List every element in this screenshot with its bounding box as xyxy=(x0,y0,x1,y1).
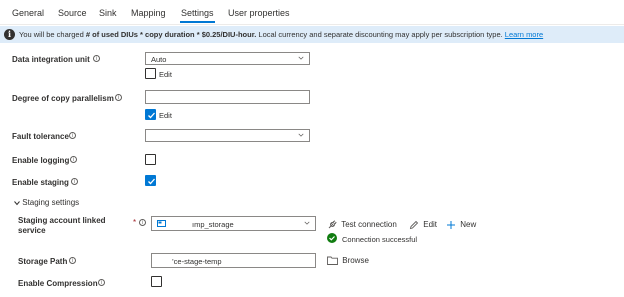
storage-path-value: ’ce-stage-temp xyxy=(172,257,222,266)
tab-source[interactable]: Source xyxy=(58,8,87,18)
tab-settings[interactable]: Settings xyxy=(181,8,214,18)
parallelism-edit-label: Edit xyxy=(159,111,172,120)
tab-bar: General Source Sink Mapping Settings Use… xyxy=(0,0,624,25)
checkmark-icon xyxy=(148,178,155,185)
storage-icon xyxy=(157,220,166,227)
info-icon[interactable]: i xyxy=(69,257,76,264)
staging-settings-toggle[interactable]: Staging settings xyxy=(14,198,79,207)
info-icon[interactable]: i xyxy=(71,178,78,185)
pricing-info-banner: i You will be charged # of used DIUs * c… xyxy=(0,26,624,43)
diu-edit-label: Edit xyxy=(159,70,172,79)
banner-text: You will be charged # of used DIUs * cop… xyxy=(19,30,543,39)
chevron-down-icon xyxy=(298,56,304,60)
storage-path-label: Storage Path xyxy=(18,257,68,266)
pencil-icon xyxy=(409,220,419,230)
fault-tolerance-label: Fault tolerance xyxy=(12,132,69,141)
diu-edit-checkbox[interactable] xyxy=(145,68,156,79)
success-check-icon xyxy=(327,233,337,243)
new-linked-service-label: New xyxy=(460,220,477,230)
tab-general[interactable]: General xyxy=(12,8,44,18)
parallelism-edit-checkbox[interactable] xyxy=(145,109,156,120)
browse-button[interactable]: Browse xyxy=(327,256,369,266)
test-connection-label: Test connection xyxy=(341,220,397,230)
linked-service-label-line1: Staging account linked xyxy=(18,216,106,225)
chevron-down-icon xyxy=(14,201,20,206)
tab-sink[interactable]: Sink xyxy=(99,8,117,18)
required-marker: * xyxy=(133,218,137,227)
active-tab-indicator xyxy=(180,21,215,23)
diu-value: Auto xyxy=(151,55,167,64)
banner-bold: # of used DIUs * copy duration * $0.25/D… xyxy=(85,30,257,39)
learn-more-link[interactable]: Learn more xyxy=(505,30,543,39)
enable-staging-label: Enable staging xyxy=(12,178,69,187)
fault-tolerance-dropdown[interactable] xyxy=(145,129,310,142)
test-connection-button[interactable]: Test connection xyxy=(327,220,397,230)
tab-mapping[interactable]: Mapping xyxy=(131,8,166,18)
banner-suffix: Local currency and separate discounting … xyxy=(256,30,503,39)
banner-prefix: You will be charged xyxy=(19,30,86,39)
chevron-down-icon xyxy=(304,221,310,225)
plus-icon xyxy=(447,221,455,229)
parallelism-input[interactable] xyxy=(145,90,310,104)
linked-service-label-line2: service xyxy=(18,226,46,235)
enable-logging-checkbox[interactable] xyxy=(145,154,156,165)
enable-logging-label: Enable logging xyxy=(12,156,70,165)
diu-dropdown[interactable]: Auto xyxy=(145,52,310,65)
tab-user-properties[interactable]: User properties xyxy=(228,8,290,18)
new-linked-service-button[interactable]: New xyxy=(446,220,476,230)
linked-service-dropdown[interactable]: ımp_storage xyxy=(151,216,316,231)
edit-linked-service-button[interactable]: Edit xyxy=(409,220,437,230)
info-icon[interactable]: i xyxy=(69,132,76,139)
info-icon[interactable]: i xyxy=(98,279,105,286)
storage-path-input[interactable]: ’ce-stage-temp xyxy=(151,253,316,268)
linked-service-value: ımp_storage xyxy=(192,220,234,229)
chevron-down-icon xyxy=(298,133,304,137)
info-icon[interactable]: i xyxy=(115,94,122,101)
info-icon[interactable]: i xyxy=(139,219,146,226)
test-connection-icon xyxy=(328,220,337,229)
connection-status: Connection successful xyxy=(342,235,418,244)
enable-compression-label: Enable Compression xyxy=(18,279,98,288)
folder-icon xyxy=(327,256,338,266)
diu-label: Data integration unit xyxy=(12,55,90,64)
enable-staging-checkbox[interactable] xyxy=(145,175,156,186)
edit-linked-service-label: Edit xyxy=(423,220,438,230)
browse-label: Browse xyxy=(342,256,369,265)
staging-settings-label: Staging settings xyxy=(22,198,80,207)
info-icon[interactable]: i xyxy=(93,55,100,62)
info-icon: i xyxy=(4,29,15,40)
enable-compression-checkbox[interactable] xyxy=(151,276,162,287)
checkmark-icon xyxy=(148,112,155,119)
info-icon[interactable]: i xyxy=(70,156,77,163)
parallelism-label: Degree of copy parallelism xyxy=(12,94,114,103)
